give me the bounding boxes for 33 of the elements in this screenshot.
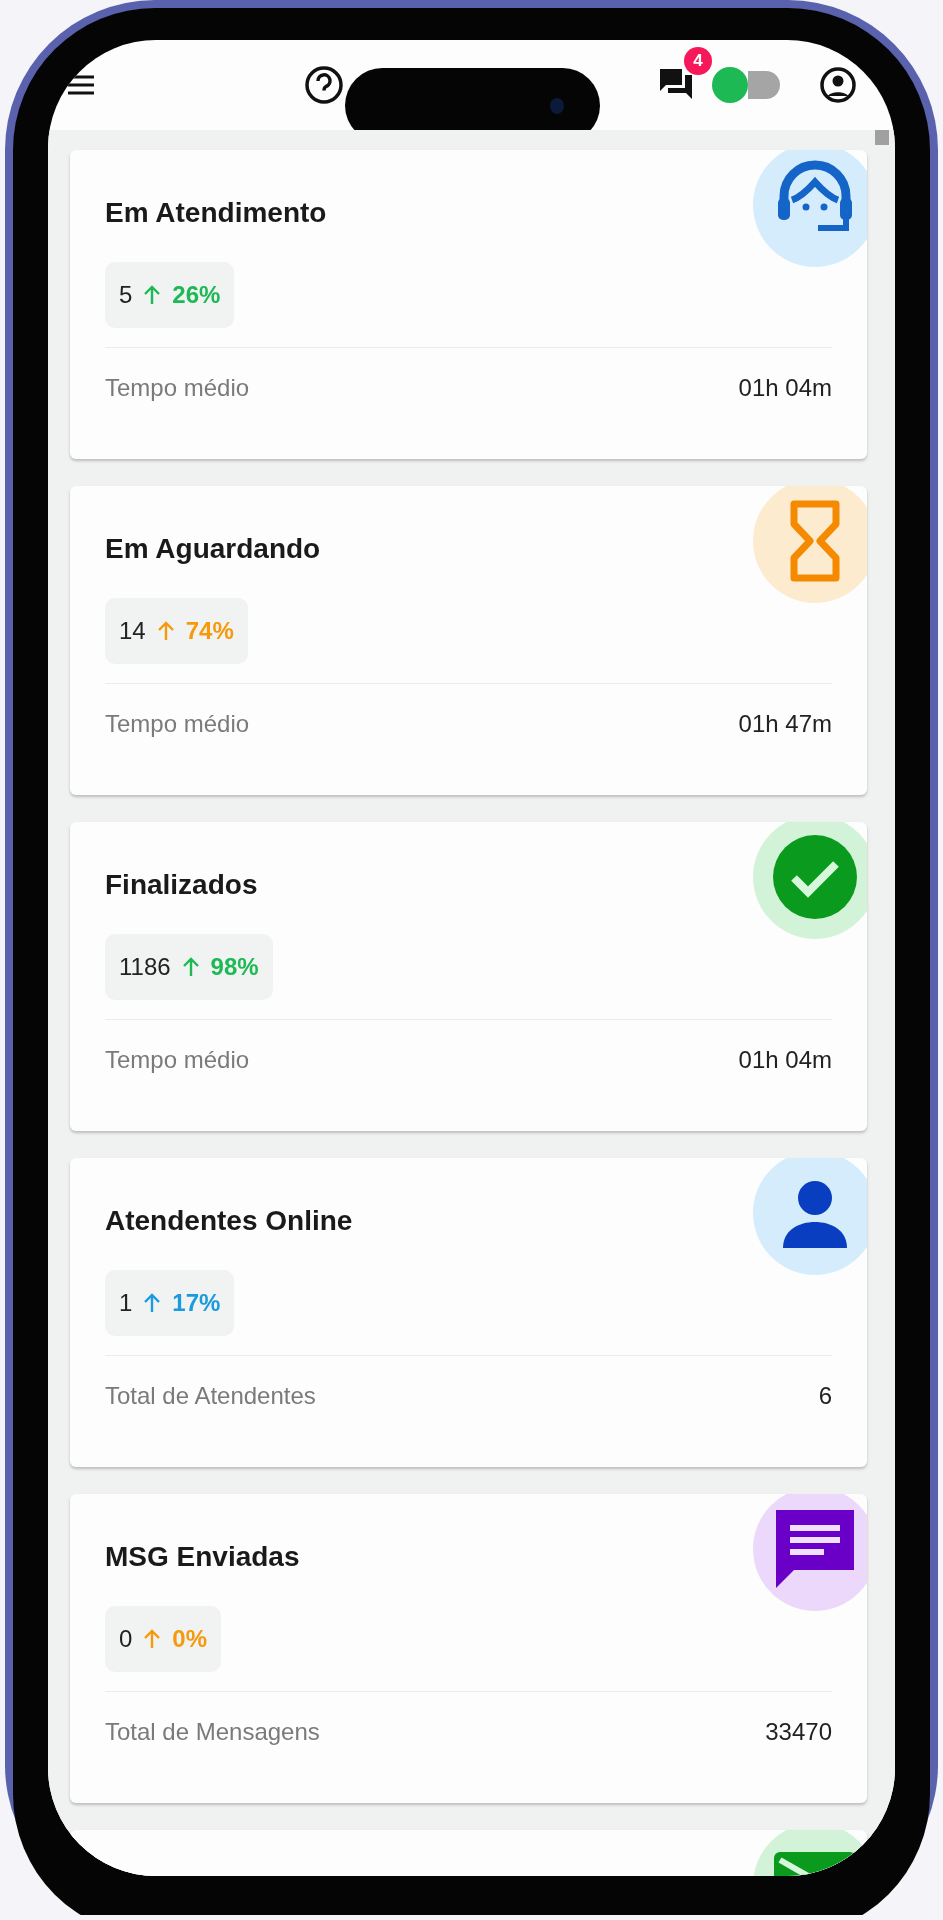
trend-percent: 0% [172, 1625, 208, 1653]
notification-badge: 4 [684, 47, 712, 75]
count-value: 0 [119, 1625, 133, 1653]
footer-value: 01h 04m [738, 1045, 832, 1075]
trend-percent: 98% [210, 953, 259, 981]
trend-percent: 26% [172, 281, 221, 309]
footer-label: Total de Mensagens [105, 1717, 320, 1747]
count-value: 1186 [119, 953, 171, 981]
footer-label: Total de Atendentes [105, 1381, 316, 1411]
count-value: 1 [119, 1289, 133, 1317]
card-title: Atendentes Online [105, 1204, 354, 1238]
menu-icon[interactable] [68, 75, 94, 95]
footer-value: 33470 [765, 1717, 832, 1747]
trend-percent: 74% [185, 617, 234, 645]
card-title: Em Aguardando [105, 532, 322, 566]
footer-value: 01h 04m [738, 373, 832, 403]
footer-value: 6 [818, 1381, 832, 1411]
card-title: MSG Enviadas [105, 1540, 301, 1574]
card-title: Em Atendimento [105, 196, 328, 230]
footer-label: Tempo médio [105, 709, 250, 739]
footer-value: 01h 47m [738, 709, 832, 739]
account-icon[interactable] [820, 67, 856, 103]
online-status-dot[interactable] [712, 67, 748, 103]
scrollbar-thumb[interactable] [875, 130, 889, 145]
footer-label: Tempo médio [105, 373, 250, 403]
trend-percent: 17% [172, 1289, 221, 1317]
count-value: 5 [119, 281, 133, 309]
footer-label: Tempo médio [105, 1045, 250, 1075]
card-title: Finalizados [105, 868, 259, 902]
help-icon[interactable] [304, 65, 344, 105]
count-value: 14 [119, 617, 146, 645]
status-track[interactable] [748, 71, 780, 99]
check-icon [770, 832, 860, 922]
